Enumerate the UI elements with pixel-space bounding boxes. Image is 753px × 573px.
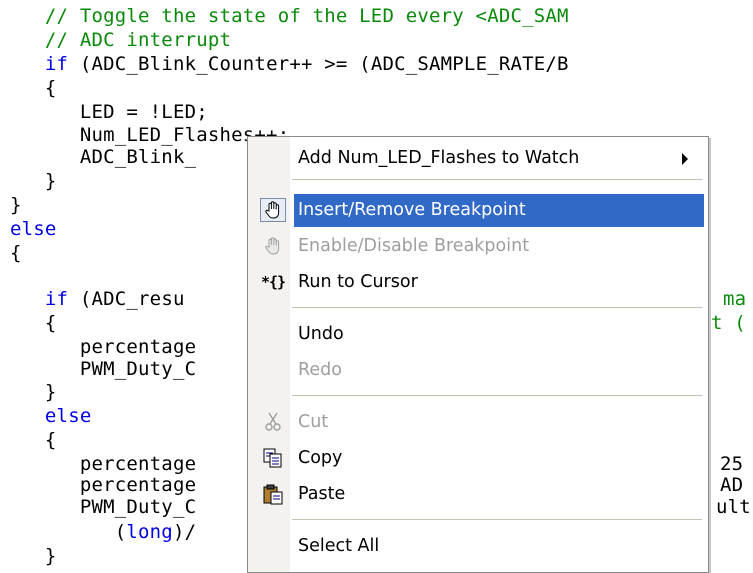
code-fragment: ult (716, 496, 751, 518)
menu-item-undo[interactable]: Undo (250, 318, 704, 351)
code-text: } (10, 170, 57, 192)
code-text: (ADC_resu (68, 288, 185, 310)
menu-item-label: Paste (298, 484, 346, 504)
code-line: percentage (10, 336, 196, 358)
code-text: } (10, 545, 57, 567)
code-text: PWM_Duty_C (10, 358, 197, 380)
code-text: percentage (10, 336, 197, 358)
copy-icon (260, 446, 286, 470)
code-line: // Toggle the state of the LED every <AD… (10, 5, 569, 27)
context-menu: Add Num_LED_Flashes to Watch Insert/Remo… (247, 136, 709, 573)
code-text: (ADC_Blink_Counter++ >= (ADC_SAMPLE_RATE… (68, 53, 569, 75)
code-line: // ADC interrupt (10, 29, 231, 51)
code-line: } (10, 194, 22, 216)
menu-item-redo[interactable]: Redo (250, 354, 704, 387)
menu-item-select-all[interactable]: Select All (250, 530, 704, 563)
code-line: { (10, 429, 57, 451)
code-fragment: AD (720, 474, 744, 496)
code-keyword: if (44, 288, 69, 310)
code-text: { (10, 429, 57, 451)
hand-breakpoint-icon (260, 198, 286, 222)
code-text: )/ (172, 521, 197, 543)
menu-item-copy[interactable]: Copy (250, 442, 704, 475)
code-keyword: long (126, 521, 173, 543)
menu-item-paste[interactable]: Paste (250, 478, 704, 511)
run-to-cursor-icon: *{} (260, 273, 286, 291)
code-comment: // Toggle the state of the LED every <AD… (10, 5, 569, 27)
code-line: PWM_Duty_C (10, 496, 196, 518)
code-fragment: 25 (720, 453, 744, 475)
code-text: percentage (10, 453, 197, 475)
code-fragment: ma (723, 288, 747, 310)
code-text: LED = !LED; (10, 101, 208, 123)
code-text: { (10, 312, 57, 334)
code-keyword: else (10, 218, 57, 240)
menu-item-label: Redo (298, 360, 342, 380)
menu-item-label: Run to Cursor (298, 272, 418, 292)
menu-item-enable-disable-breakpoint[interactable]: Enable/Disable Breakpoint (250, 230, 704, 263)
code-line: LED = !LED; (10, 101, 208, 123)
code-text: } (10, 194, 22, 216)
menu-item-cut[interactable]: Cut (250, 406, 704, 439)
code-text: ( (10, 521, 127, 543)
code-line: percentage (10, 474, 196, 496)
menu-item-label: Select All (298, 536, 380, 556)
code-comment: // ADC interrupt (10, 29, 232, 51)
code-line: { (10, 77, 57, 99)
menu-item-insert-remove-breakpoint[interactable]: Insert/Remove Breakpoint (250, 194, 704, 227)
code-text: { (10, 242, 22, 264)
code-line: } (10, 170, 57, 192)
menu-item-label: Enable/Disable Breakpoint (298, 236, 530, 256)
code-text: { (10, 77, 57, 99)
code-keyword: else (10, 405, 92, 427)
code-line: { (10, 242, 22, 264)
menu-item-label: Cut (298, 412, 329, 432)
menu-item-run-to-cursor[interactable]: *{} Run to Cursor (250, 266, 704, 299)
code-fragment: t ( (711, 312, 746, 334)
code-line: else (10, 218, 57, 240)
menu-separator (292, 307, 702, 308)
scissors-icon (260, 410, 286, 434)
code-line: percentage (10, 453, 196, 475)
menu-separator (292, 179, 702, 180)
code-keyword: if (44, 53, 69, 75)
menu-item-label: Copy (298, 448, 343, 468)
paste-icon (260, 482, 286, 506)
code-line: ADC_Blink_ (10, 146, 196, 168)
menu-separator (292, 395, 702, 396)
code-line: if (ADC_Blink_Counter++ >= (ADC_SAMPLE_R… (10, 53, 569, 75)
code-text: PWM_Duty_C (10, 496, 197, 518)
code-line: } (10, 381, 57, 403)
menu-item-add-to-watch[interactable]: Add Num_LED_Flashes to Watch (250, 142, 704, 175)
menu-item-label: Insert/Remove Breakpoint (298, 200, 526, 220)
code-line: if (ADC_resu (10, 288, 185, 310)
code-text: percentage (10, 474, 197, 496)
menu-item-label: Undo (298, 324, 344, 344)
code-text: ADC_Blink_ (10, 146, 197, 168)
code-line: { (10, 312, 57, 334)
hand-breakpoint-disabled-icon (260, 234, 286, 258)
menu-separator (292, 519, 702, 520)
code-line: PWM_Duty_C (10, 358, 196, 380)
code-line: else (10, 405, 91, 427)
code-line: (long)/ (10, 521, 196, 543)
code-line: } (10, 545, 57, 567)
submenu-arrow-icon (682, 153, 688, 165)
code-text: } (10, 381, 57, 403)
menu-item-label: Add Num_LED_Flashes to Watch (298, 148, 580, 168)
